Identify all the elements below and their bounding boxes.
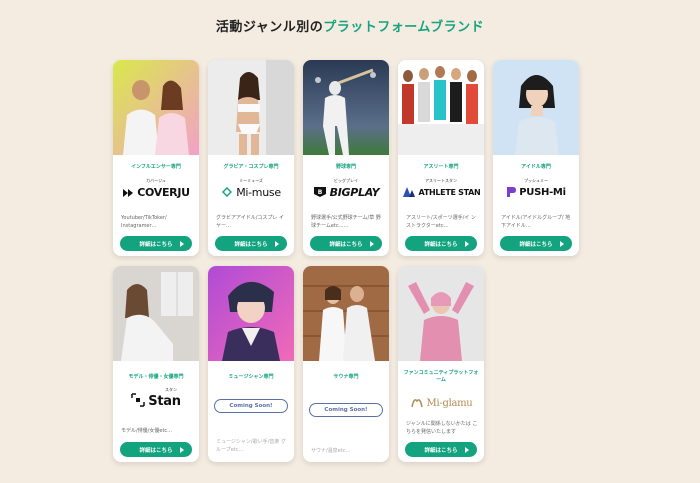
miglamu-logo-icon bbox=[410, 394, 424, 413]
arrow-right-icon bbox=[180, 447, 184, 453]
coming-soon-badge: Coming Soon! bbox=[214, 399, 288, 413]
brand-name: COVERJU bbox=[137, 185, 190, 199]
card-photo bbox=[208, 266, 294, 361]
logo-ruby: プッシュミー bbox=[524, 178, 548, 183]
mimuse-logo-icon bbox=[221, 183, 233, 202]
card-photo bbox=[113, 266, 199, 361]
arrow-right-icon bbox=[465, 241, 469, 247]
details-button[interactable]: 詳細はこちら bbox=[120, 442, 192, 457]
button-label: 詳細はこちら bbox=[424, 447, 458, 454]
card-genre: アイドル専門 bbox=[521, 164, 551, 170]
arrow-right-icon bbox=[465, 447, 469, 453]
brand-name: Stan bbox=[148, 393, 181, 409]
card-logo: ビッグプレイ B BIGPLAY bbox=[303, 178, 389, 203]
button-label: 詳細はこちら bbox=[139, 447, 173, 454]
card-description: サウナ/温泉etc… bbox=[311, 448, 351, 454]
logo-ruby: スタン bbox=[165, 387, 177, 392]
card-genre: アスリート専門 bbox=[423, 164, 459, 170]
card-genre: ミュージシャン専門 bbox=[228, 374, 274, 380]
athlete-stan-logo-icon bbox=[402, 183, 416, 202]
card-logo: ミーミューズ Mi-muse bbox=[208, 178, 294, 203]
details-button[interactable]: 詳細はこちら bbox=[405, 236, 477, 251]
logo-ruby: アスリートスタン bbox=[425, 178, 457, 183]
details-button[interactable]: 詳細はこちら bbox=[405, 442, 477, 457]
logo-ruby: カバージュ bbox=[146, 178, 166, 183]
pushmi-logo-icon bbox=[506, 183, 517, 202]
brand-card-sauna: サウナ専門 Coming Soon! サウナ/温泉etc… bbox=[303, 266, 389, 462]
card-genre: サウナ専門 bbox=[333, 374, 359, 380]
card-photo bbox=[303, 60, 389, 155]
card-photo bbox=[398, 266, 484, 361]
brand-name: PUSH-Mi bbox=[519, 186, 566, 198]
card-photo bbox=[493, 60, 579, 155]
details-button[interactable]: 詳細はこちら bbox=[310, 236, 382, 251]
card-description: グラビアアイドル/コスプレ イヤー… bbox=[216, 215, 285, 229]
card-photo bbox=[113, 60, 199, 155]
coming-soon-badge: Coming Soon! bbox=[309, 403, 383, 417]
brand-card-stan[interactable]: モデル・俳優・女優専門 スタン Stan モデル/俳優/女優etc… 詳細はこち… bbox=[113, 266, 199, 462]
card-description: アスリート/スポーツ選手/イ ンストラクターetc… bbox=[406, 215, 476, 229]
card-logo: スタン Stan bbox=[113, 387, 199, 412]
card-description: アイドル/アイドルグループ/ 地下アイドル… bbox=[501, 215, 571, 229]
card-photo bbox=[303, 266, 389, 361]
brand-card-bigplay[interactable]: 野球専門 ビッグプレイ B BIGPLAY 野球選手/公式野球チーム/草 野球チ… bbox=[303, 60, 389, 256]
brand-name: Mi-muse bbox=[236, 185, 281, 199]
heading-accent: プラットフォームブランド bbox=[323, 20, 485, 35]
coverju-logo-icon bbox=[122, 183, 134, 202]
brand-name: BIGPLAY bbox=[329, 185, 380, 199]
brand-card-musician: ミュージシャン専門 Coming Soon! ミュージシャン/歌い手/音楽 グル… bbox=[208, 266, 294, 462]
arrow-right-icon bbox=[275, 241, 279, 247]
arrow-right-icon bbox=[560, 241, 564, 247]
card-genre: グラビア・コスプレ専門 bbox=[223, 164, 279, 170]
button-label: 詳細はこちら bbox=[519, 241, 553, 248]
details-button[interactable]: 詳細はこちら bbox=[500, 236, 572, 251]
arrow-right-icon bbox=[180, 241, 184, 247]
heading-prefix: 活動ジャンル別の bbox=[215, 20, 324, 35]
brand-card-mimuse[interactable]: グラビア・コスプレ専門 ミーミューズ Mi-muse グラビアアイドル/コスプレ… bbox=[208, 60, 294, 256]
logo-ruby: ミーミューズ bbox=[239, 178, 263, 183]
card-genre: 野球専門 bbox=[335, 164, 356, 170]
button-label: 詳細はこちら bbox=[424, 241, 458, 248]
card-photo bbox=[208, 60, 294, 155]
details-button[interactable]: 詳細はこちら bbox=[215, 236, 287, 251]
svg-text:B: B bbox=[317, 189, 322, 196]
section-heading: 活動ジャンル別のプラットフォームブランド bbox=[0, 16, 700, 35]
card-logo: アスリートスタン ATHLETE STAN bbox=[398, 178, 484, 203]
card-description: ミュージシャン/歌い手/音楽 グループetc… bbox=[216, 439, 286, 453]
brand-card-miglamu[interactable]: ファンコミュニティプラットフォーム Mi-glamu ジャンルに関係しないかたは… bbox=[398, 266, 484, 462]
card-logo: カバージュ COVERJU bbox=[113, 178, 199, 203]
card-logo: Mi-glamu bbox=[398, 392, 484, 414]
details-button[interactable]: 詳細はこちら bbox=[120, 236, 192, 251]
brand-card-coverju[interactable]: インフルエンサー専門 カバージュ COVERJU Youtuber/TikTok… bbox=[113, 60, 199, 256]
button-label: 詳細はこちら bbox=[329, 241, 363, 248]
arrow-right-icon bbox=[370, 241, 374, 247]
button-label: 詳細はこちら bbox=[234, 241, 268, 248]
brand-name: ATHLETE STAN bbox=[418, 187, 481, 197]
card-description: Youtuber/TikToker/ Instagramer… bbox=[121, 215, 167, 229]
button-label: 詳細はこちら bbox=[139, 241, 173, 248]
card-description: 野球選手/公式野球チーム/草 野球チームetc…… bbox=[311, 215, 381, 229]
stan-logo-icon bbox=[131, 392, 146, 411]
bigplay-logo-icon: B bbox=[313, 183, 327, 202]
card-genre: ファンコミュニティプラットフォーム bbox=[403, 370, 479, 383]
card-logo: プッシュミー PUSH-Mi bbox=[493, 178, 579, 203]
card-photo bbox=[398, 60, 484, 155]
card-description: ジャンルに関係しないかたは こちらを発信いたします bbox=[406, 421, 478, 435]
logo-ruby: ビッグプレイ bbox=[334, 178, 358, 183]
card-description: モデル/俳優/女優etc… bbox=[121, 428, 173, 434]
brand-card-athlete-stan[interactable]: アスリート専門 アスリートスタン ATHLETE STAN アスリート/スポーツ… bbox=[398, 60, 484, 256]
brand-name: Mi-glamu bbox=[426, 397, 473, 409]
brand-card-pushmi[interactable]: アイドル専門 プッシュミー PUSH-Mi アイドル/アイドルグループ/ 地下ア… bbox=[493, 60, 579, 256]
card-genre: モデル・俳優・女優専門 bbox=[128, 374, 184, 380]
card-genre: インフルエンサー専門 bbox=[131, 164, 181, 170]
